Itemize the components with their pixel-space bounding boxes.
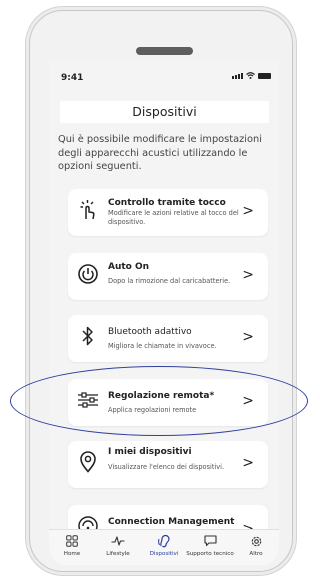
tab-more[interactable]: Altro: [235, 530, 277, 565]
chevron-right-icon: >: [242, 393, 254, 409]
hearing-aid-icon: [158, 534, 170, 548]
menu-item-auto-on[interactable]: Auto On Dopo la rimozione dal caricabatt…: [68, 253, 268, 300]
signal-icon: [232, 73, 243, 79]
menu-item-description: Modificare le azioni relative al tocco d…: [108, 209, 239, 226]
sliders-icon: [77, 389, 99, 411]
menu-item-title: Regolazione remota*: [108, 391, 215, 401]
pulse-icon: [111, 534, 125, 548]
tab-label: Supporto tecnico: [186, 551, 234, 557]
menu-item-title: I miei dispositivi: [108, 447, 192, 457]
bottom-tab-bar: Home Lifestyle Dispositivi Supporto tecn…: [49, 529, 279, 565]
menu-item-touch-control[interactable]: Controllo tramite tocco Modificare le az…: [68, 189, 268, 236]
tab-label: Altro: [249, 551, 263, 557]
menu-item-title: Bluetooth adattivo: [108, 327, 192, 337]
chat-icon: [203, 534, 217, 548]
page-title: Dispositivi: [60, 101, 269, 123]
tab-label: Home: [63, 551, 81, 557]
menu-item-description: Visualizzare l'elenco dei dispositivi.: [108, 463, 225, 471]
grid-icon: [66, 534, 78, 548]
status-bar: 9:41: [49, 59, 279, 89]
tab-devices[interactable]: Dispositivi: [143, 530, 185, 565]
power-icon: [77, 263, 99, 285]
chevron-right-icon: >: [242, 203, 254, 219]
menu-item-description: Applica regolazioni remote: [108, 406, 197, 414]
status-time: 9:41: [61, 73, 84, 83]
tab-label: Lifestyle: [106, 551, 130, 557]
menu-item-description: Migliora le chiamate in vivavoce.: [108, 342, 217, 350]
phone-speaker: [136, 47, 193, 55]
menu-item-title: Connection Management: [108, 517, 235, 527]
chevron-right-icon: >: [242, 455, 254, 471]
intro-text: Qui è possibile modificare le impostazio…: [58, 134, 262, 172]
menu-item-title: Auto On: [108, 262, 150, 272]
location-pin-icon: [77, 451, 99, 473]
status-icons: [232, 72, 271, 79]
chevron-right-icon: >: [242, 267, 254, 283]
chevron-right-icon: >: [242, 329, 254, 345]
tab-label: Dispositivi: [149, 551, 179, 557]
menu-item-adaptive-bluetooth[interactable]: Bluetooth adattivo Migliora le chiamate …: [68, 315, 268, 362]
wifi-status-icon: [246, 72, 255, 79]
tab-home[interactable]: Home: [51, 530, 93, 565]
menu-item-my-devices[interactable]: I miei dispositivi Visualizzare l'elenco…: [68, 441, 268, 488]
app-screen: 9:41 Dispositivi Qui è possibile modific…: [49, 59, 279, 565]
tab-support[interactable]: Supporto tecnico: [186, 530, 234, 565]
touch-icon: [77, 199, 99, 221]
gear-icon: [250, 534, 263, 548]
menu-item-title: Controllo tramite tocco: [108, 198, 226, 208]
menu-item-description: Dopo la rimozione dal caricabatterie.: [108, 277, 231, 285]
menu-item-remote-adjustment[interactable]: Regolazione remota* Applica regolazioni …: [68, 379, 268, 426]
battery-icon: [258, 73, 271, 79]
bluetooth-icon: [77, 325, 99, 347]
phone-frame: 9:41 Dispositivi Qui è possibile modific…: [29, 10, 293, 572]
tab-lifestyle[interactable]: Lifestyle: [97, 530, 139, 565]
